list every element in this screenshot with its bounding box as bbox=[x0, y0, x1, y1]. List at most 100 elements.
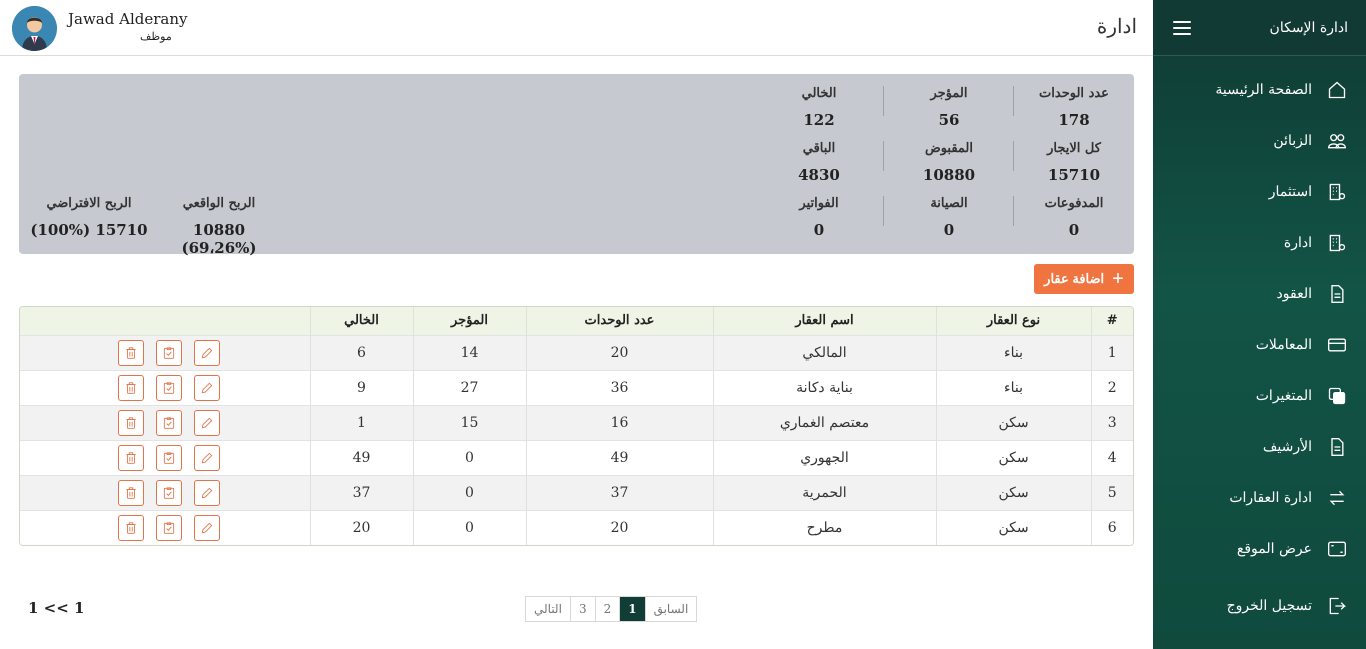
column-header: الخالي bbox=[309, 307, 413, 335]
edit-button[interactable] bbox=[193, 444, 220, 471]
sidebar-item-label: استثمار bbox=[1268, 183, 1312, 200]
table-cell: مطرح bbox=[712, 509, 936, 545]
stat-virtual-profit: الربح الافتراضي 15710 (100%) bbox=[24, 196, 154, 239]
table-cell: 6 bbox=[1090, 509, 1133, 545]
sidebar-item-label: الأرشيف bbox=[1262, 438, 1312, 455]
avatar[interactable] bbox=[12, 6, 57, 51]
details-button[interactable] bbox=[155, 374, 182, 401]
sidebar-header: ادارة الإسكان bbox=[1153, 0, 1366, 56]
logout-icon bbox=[1326, 595, 1348, 617]
stat-label: الخالي bbox=[801, 86, 837, 101]
sidebar-item-label: ادارة bbox=[1283, 234, 1312, 251]
details-button[interactable] bbox=[155, 479, 182, 506]
delete-button[interactable] bbox=[117, 339, 144, 366]
table-cell: 0 bbox=[412, 439, 526, 475]
stat-total-rent: كل الايجار 15710 bbox=[1014, 141, 1134, 184]
edit-button[interactable] bbox=[193, 479, 220, 506]
divider bbox=[883, 86, 884, 116]
table-row: 2 بناء بناية دكانة 36 27 9 bbox=[20, 369, 1133, 405]
table-cell: 49 bbox=[525, 439, 713, 475]
table-cell: 16 bbox=[525, 404, 713, 440]
document-icon bbox=[1326, 436, 1348, 458]
copy-icon bbox=[1326, 385, 1348, 407]
user-avatar-icon bbox=[12, 6, 57, 51]
table-header-row: # نوع العقار اسم العقار عدد الوحدات المؤ… bbox=[20, 307, 1133, 335]
delete-button[interactable] bbox=[117, 409, 144, 436]
table-cell: 20 bbox=[525, 334, 713, 370]
sidebar-item-investment[interactable]: استثمار bbox=[1153, 166, 1366, 217]
sidebar-item-home[interactable]: الصفحة الرئيسية bbox=[1153, 64, 1366, 115]
sidebar-item-label: الزبائن bbox=[1273, 132, 1312, 149]
trash-icon bbox=[124, 521, 138, 535]
divider bbox=[1013, 141, 1014, 171]
edit-button[interactable] bbox=[193, 514, 220, 541]
table-cell: 49 bbox=[309, 439, 413, 475]
plus-icon: + bbox=[1112, 268, 1124, 290]
sidebar-item-variables[interactable]: المتغيرات bbox=[1153, 370, 1366, 421]
details-button[interactable] bbox=[155, 339, 182, 366]
details-button[interactable] bbox=[155, 409, 182, 436]
stat-label: عدد الوحدات bbox=[1039, 86, 1109, 101]
pencil-icon bbox=[200, 486, 214, 500]
details-button[interactable] bbox=[155, 444, 182, 471]
row-actions bbox=[20, 474, 310, 510]
table-cell: الجهوري bbox=[712, 439, 936, 475]
sidebar-item-archive[interactable]: الأرشيف bbox=[1153, 421, 1366, 472]
pagination-page-1[interactable]: 1 bbox=[619, 597, 645, 621]
table-cell: 0 bbox=[412, 509, 526, 545]
trash-icon bbox=[124, 416, 138, 430]
edit-button[interactable] bbox=[193, 374, 220, 401]
screen-icon bbox=[1326, 538, 1348, 560]
delete-button[interactable] bbox=[117, 444, 144, 471]
stat-value: 10880 (69،26%) bbox=[181, 221, 257, 257]
stat-label: الباقي bbox=[802, 141, 836, 156]
column-header: # bbox=[1090, 307, 1133, 335]
hamburger-menu-icon[interactable] bbox=[1173, 20, 1191, 35]
edit-button[interactable] bbox=[193, 339, 220, 366]
sidebar-item-contracts[interactable]: العقود bbox=[1153, 268, 1366, 319]
pagination-page-3[interactable]: 3 bbox=[569, 597, 595, 621]
sidebar-item-logout[interactable]: تسجيل الخروج bbox=[1153, 580, 1366, 631]
stat-vacant: الخالي 122 bbox=[759, 86, 879, 129]
sidebar-item-property-management[interactable]: ادارة العقارات bbox=[1153, 472, 1366, 523]
sidebar: ادارة الإسكان الصفحة الرئيسية الزبائن اس… bbox=[1153, 0, 1366, 649]
top-bar: Jawad Alderany موظف ادارة bbox=[0, 0, 1153, 56]
table-cell: 36 bbox=[525, 369, 713, 405]
add-property-label: اضافة عقار bbox=[1044, 271, 1105, 286]
pencil-icon bbox=[200, 416, 214, 430]
sidebar-item-label: المتغيرات bbox=[1255, 387, 1312, 404]
table-cell: 1 bbox=[1090, 334, 1133, 370]
stat-value: 4830 bbox=[798, 166, 840, 184]
edit-button[interactable] bbox=[193, 409, 220, 436]
pencil-icon bbox=[200, 381, 214, 395]
pagination-page-2[interactable]: 2 bbox=[594, 597, 620, 621]
table-cell: 5 bbox=[1090, 474, 1133, 510]
pagination-prev[interactable]: السابق bbox=[644, 597, 697, 621]
stat-invoices: الفواتير 0 bbox=[759, 196, 879, 239]
stat-label: المؤجر bbox=[930, 86, 968, 101]
sidebar-item-transactions[interactable]: المعاملات bbox=[1153, 319, 1366, 370]
stats-panel: عدد الوحدات 178 المؤجر 56 الخالي 122 كل … bbox=[19, 74, 1134, 257]
delete-button[interactable] bbox=[117, 374, 144, 401]
delete-button[interactable] bbox=[117, 514, 144, 541]
delete-button[interactable] bbox=[117, 479, 144, 506]
add-property-button[interactable]: + اضافة عقار bbox=[1034, 264, 1134, 294]
page-title: ادارة bbox=[1096, 14, 1137, 38]
sidebar-nav: الصفحة الرئيسية الزبائن استثمار ادارة ال… bbox=[1153, 56, 1366, 574]
sidebar-item-view-site[interactable]: عرض الموقع bbox=[1153, 523, 1366, 574]
table-cell: 27 bbox=[412, 369, 526, 405]
stat-remaining: الباقي 4830 bbox=[759, 141, 879, 184]
table-row: 4 سكن الجهوري 49 0 49 bbox=[20, 439, 1133, 475]
pagination-next[interactable]: التالي bbox=[526, 597, 570, 621]
checklist-icon bbox=[162, 451, 176, 465]
checklist-icon bbox=[162, 381, 176, 395]
table-cell: 14 bbox=[412, 334, 526, 370]
sidebar-item-customers[interactable]: الزبائن bbox=[1153, 115, 1366, 166]
table-cell: الحمرية bbox=[712, 474, 936, 510]
trash-icon bbox=[124, 346, 138, 360]
sidebar-item-management[interactable]: ادارة bbox=[1153, 217, 1366, 268]
document-icon bbox=[1326, 283, 1348, 305]
stat-value: 0 bbox=[1068, 221, 1080, 239]
details-button[interactable] bbox=[155, 514, 182, 541]
table-row: 3 سكن معتصم الغماري 16 15 1 bbox=[20, 404, 1133, 440]
